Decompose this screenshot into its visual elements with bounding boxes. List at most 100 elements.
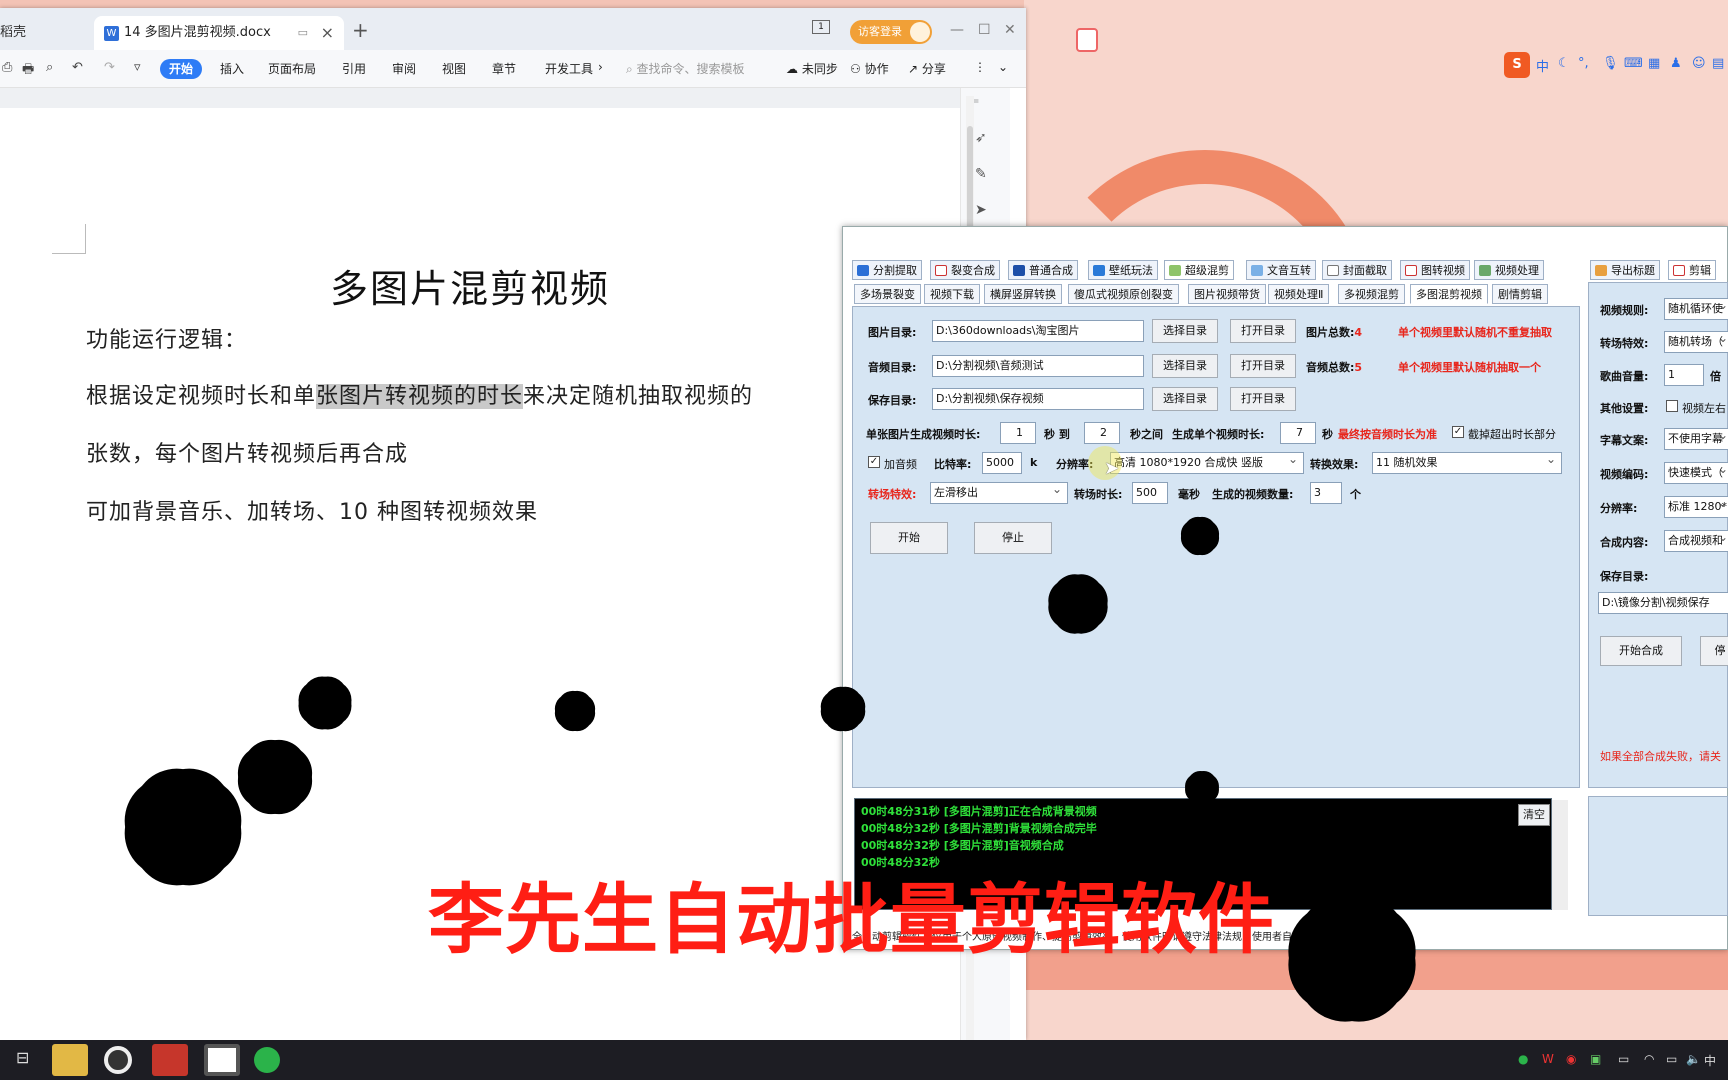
img-dir-input[interactable]: D:\360downloads\淘宝图片 bbox=[932, 320, 1144, 342]
sogou-icon[interactable]: S bbox=[1504, 52, 1530, 78]
bitrate-input[interactable]: 5000 bbox=[982, 452, 1022, 474]
task-view-icon[interactable]: ⊟ bbox=[16, 1048, 29, 1067]
other-checkbox[interactable] bbox=[1666, 400, 1678, 412]
page-view-icon[interactable]: 1 bbox=[812, 20, 830, 34]
single-to-input[interactable]: 2 bbox=[1084, 422, 1120, 444]
cursor-icon[interactable]: ➤ bbox=[975, 202, 987, 218]
minimize-icon[interactable]: — bbox=[950, 22, 964, 38]
ribbon-tab-reference[interactable]: 引用 bbox=[342, 60, 366, 77]
log-scrollbar[interactable] bbox=[1552, 800, 1568, 910]
tab-wallpaper[interactable]: 壁纸玩法 bbox=[1088, 260, 1158, 280]
wps-app-icon[interactable] bbox=[152, 1044, 188, 1076]
new-tab-button[interactable]: + bbox=[352, 18, 369, 42]
tab-image-to-video[interactable]: 图转视频 bbox=[1400, 260, 1470, 280]
audio-dir-input[interactable]: D:\分割视频\音频测试 bbox=[932, 355, 1144, 377]
subtab-5[interactable]: 视频处理Ⅱ bbox=[1268, 284, 1330, 304]
tab-super-mix[interactable]: 超级混剪 bbox=[1164, 260, 1234, 280]
mic-icon[interactable]: 🎙 bbox=[1602, 56, 1619, 71]
fx-select[interactable]: 随机转场（ bbox=[1664, 331, 1728, 353]
ribbon-tab-view[interactable]: 视图 bbox=[442, 60, 466, 77]
rule-select[interactable]: 随机循环使 bbox=[1664, 298, 1728, 320]
tab-home[interactable]: 稻壳 bbox=[0, 16, 90, 50]
tray-lang[interactable]: 中 bbox=[1704, 1052, 1716, 1069]
moon-icon[interactable]: ☾ bbox=[1558, 56, 1570, 71]
record-icon[interactable] bbox=[104, 1046, 132, 1074]
ribbon-tab-chapter[interactable]: 章节 bbox=[492, 60, 516, 77]
network-icon[interactable]: ▭ bbox=[1666, 1052, 1677, 1066]
add-audio-checkbox[interactable]: ✓ bbox=[868, 456, 880, 468]
login-button[interactable]: 访客登录 bbox=[850, 20, 932, 44]
video-count-input[interactable]: 3 bbox=[1310, 482, 1342, 504]
subtab-7-active[interactable]: 多图混剪视频 bbox=[1410, 284, 1488, 304]
close-window-icon[interactable]: ✕ bbox=[1004, 22, 1016, 38]
save-dir-input[interactable]: D:\分割视频\保存视频 bbox=[932, 388, 1144, 410]
more-menu-icon[interactable]: ⋮ bbox=[974, 60, 986, 74]
share-button[interactable]: ↗ 分享 bbox=[908, 60, 946, 77]
save-choose-dir-button[interactable]: 选择目录 bbox=[1152, 387, 1218, 411]
stop-button[interactable]: 停止 bbox=[974, 522, 1052, 554]
tab-cover-capture[interactable]: 封面截取 bbox=[1322, 260, 1392, 280]
subtab-1[interactable]: 视频下载 bbox=[924, 284, 980, 304]
tab-normal-compose[interactable]: 普通合成 bbox=[1008, 260, 1078, 280]
tab-export-title[interactable]: 导出标题 bbox=[1590, 260, 1660, 280]
ribbon-tab-insert[interactable]: 插入 bbox=[220, 60, 244, 77]
transition-duration-input[interactable]: 500 bbox=[1132, 482, 1168, 504]
collapse-ribbon-icon[interactable]: ⌄ bbox=[998, 60, 1008, 74]
img-open-dir-button[interactable]: 打开目录 bbox=[1230, 319, 1296, 343]
undo-icon[interactable]: ↶ bbox=[72, 60, 83, 75]
tab-fission[interactable]: 裂变合成 bbox=[930, 260, 1000, 280]
tab-text-audio[interactable]: 文音互转 bbox=[1246, 260, 1316, 280]
ribbon-tab-devtools[interactable]: 开发工具 bbox=[545, 60, 593, 77]
tray-box-icon[interactable]: ▭ bbox=[1618, 1052, 1629, 1066]
sync-status[interactable]: ☁ 未同步 bbox=[786, 60, 838, 77]
rocket-icon[interactable]: ➶ bbox=[975, 130, 987, 146]
subtab-0[interactable]: 多场景裂变 bbox=[854, 284, 921, 304]
apps-icon[interactable]: ▤ bbox=[1712, 56, 1724, 71]
resolution-select[interactable]: 高清 1080*1920 合成快 竖版 bbox=[1110, 452, 1304, 474]
subtab-2[interactable]: 横屏竖屏转换 bbox=[984, 284, 1062, 304]
user-icon[interactable]: ☺ bbox=[1692, 56, 1706, 71]
redo-icon[interactable]: ↷ bbox=[104, 60, 115, 75]
tab-split-extract[interactable]: 分割提取 bbox=[852, 260, 922, 280]
clear-log-button[interactable]: 清空 bbox=[1518, 804, 1550, 826]
subtab-3[interactable]: 傻瓜式视频原创裂变 bbox=[1068, 284, 1179, 304]
subtitle-select[interactable]: 不使用字幕 bbox=[1664, 428, 1728, 450]
chevron-right-icon[interactable]: › bbox=[598, 60, 603, 74]
tray-nvidia-icon[interactable]: ▣ bbox=[1590, 1052, 1601, 1066]
preview-icon[interactable]: ⌕ bbox=[46, 60, 53, 75]
ribbon-tab-layout[interactable]: 页面布局 bbox=[268, 60, 316, 77]
skin-icon[interactable]: ♟ bbox=[1670, 56, 1682, 71]
keyboard-icon[interactable]: ⌨ bbox=[1624, 56, 1643, 71]
search-command[interactable]: ⌕ 查找命令、搜索模板 bbox=[626, 60, 745, 77]
ime-lang[interactable]: 中 bbox=[1536, 56, 1549, 75]
right-res-select[interactable]: 标准 1280* bbox=[1664, 496, 1728, 518]
save-open-dir-button[interactable]: 打开目录 bbox=[1230, 387, 1296, 411]
tray-record-icon[interactable]: ◉ bbox=[1566, 1052, 1576, 1066]
close-tab-icon[interactable]: × bbox=[321, 16, 334, 50]
ribbon-tab-start[interactable]: 开始 bbox=[160, 59, 202, 79]
trim-checkbox[interactable]: ✓ bbox=[1452, 426, 1464, 438]
audio-choose-dir-button[interactable]: 选择目录 bbox=[1152, 354, 1218, 378]
audio-open-dir-button[interactable]: 打开目录 bbox=[1230, 354, 1296, 378]
pin-icon[interactable]: ▭ bbox=[298, 16, 308, 50]
punct-icon[interactable]: °, bbox=[1578, 56, 1589, 71]
subtab-8[interactable]: 剧情剪辑 bbox=[1492, 284, 1548, 304]
collab-button[interactable]: ⚇ 协作 bbox=[850, 60, 889, 77]
print-icon[interactable]: 🖶 bbox=[22, 60, 34, 82]
tab-edit[interactable]: 剪辑 bbox=[1668, 260, 1716, 280]
tab-document[interactable]: W 14 多图片混剪视频.docx ▭ × bbox=[94, 16, 344, 50]
subtab-4[interactable]: 图片视频带货 bbox=[1188, 284, 1266, 304]
tab-video-process[interactable]: 视频处理 bbox=[1474, 260, 1544, 280]
vol-input[interactable]: 1 bbox=[1664, 364, 1704, 386]
file-icon[interactable]: ⎙ bbox=[2, 60, 12, 75]
wifi-icon[interactable]: ◠ bbox=[1644, 1052, 1654, 1066]
content-select[interactable]: 合成视频和 bbox=[1664, 530, 1728, 552]
wechat-icon[interactable] bbox=[254, 1047, 280, 1073]
img-choose-dir-button[interactable]: 选择目录 bbox=[1152, 319, 1218, 343]
right-save-input[interactable]: D:\镜像分割\视频保存 bbox=[1598, 592, 1728, 614]
stop-compose-button[interactable]: 停 bbox=[1700, 636, 1728, 666]
tray-wps-icon[interactable]: W bbox=[1542, 1052, 1554, 1066]
tray-wechat-icon[interactable]: ● bbox=[1518, 1052, 1528, 1066]
explorer-icon[interactable] bbox=[52, 1044, 88, 1076]
grid-icon[interactable]: ▦ bbox=[1648, 56, 1660, 71]
